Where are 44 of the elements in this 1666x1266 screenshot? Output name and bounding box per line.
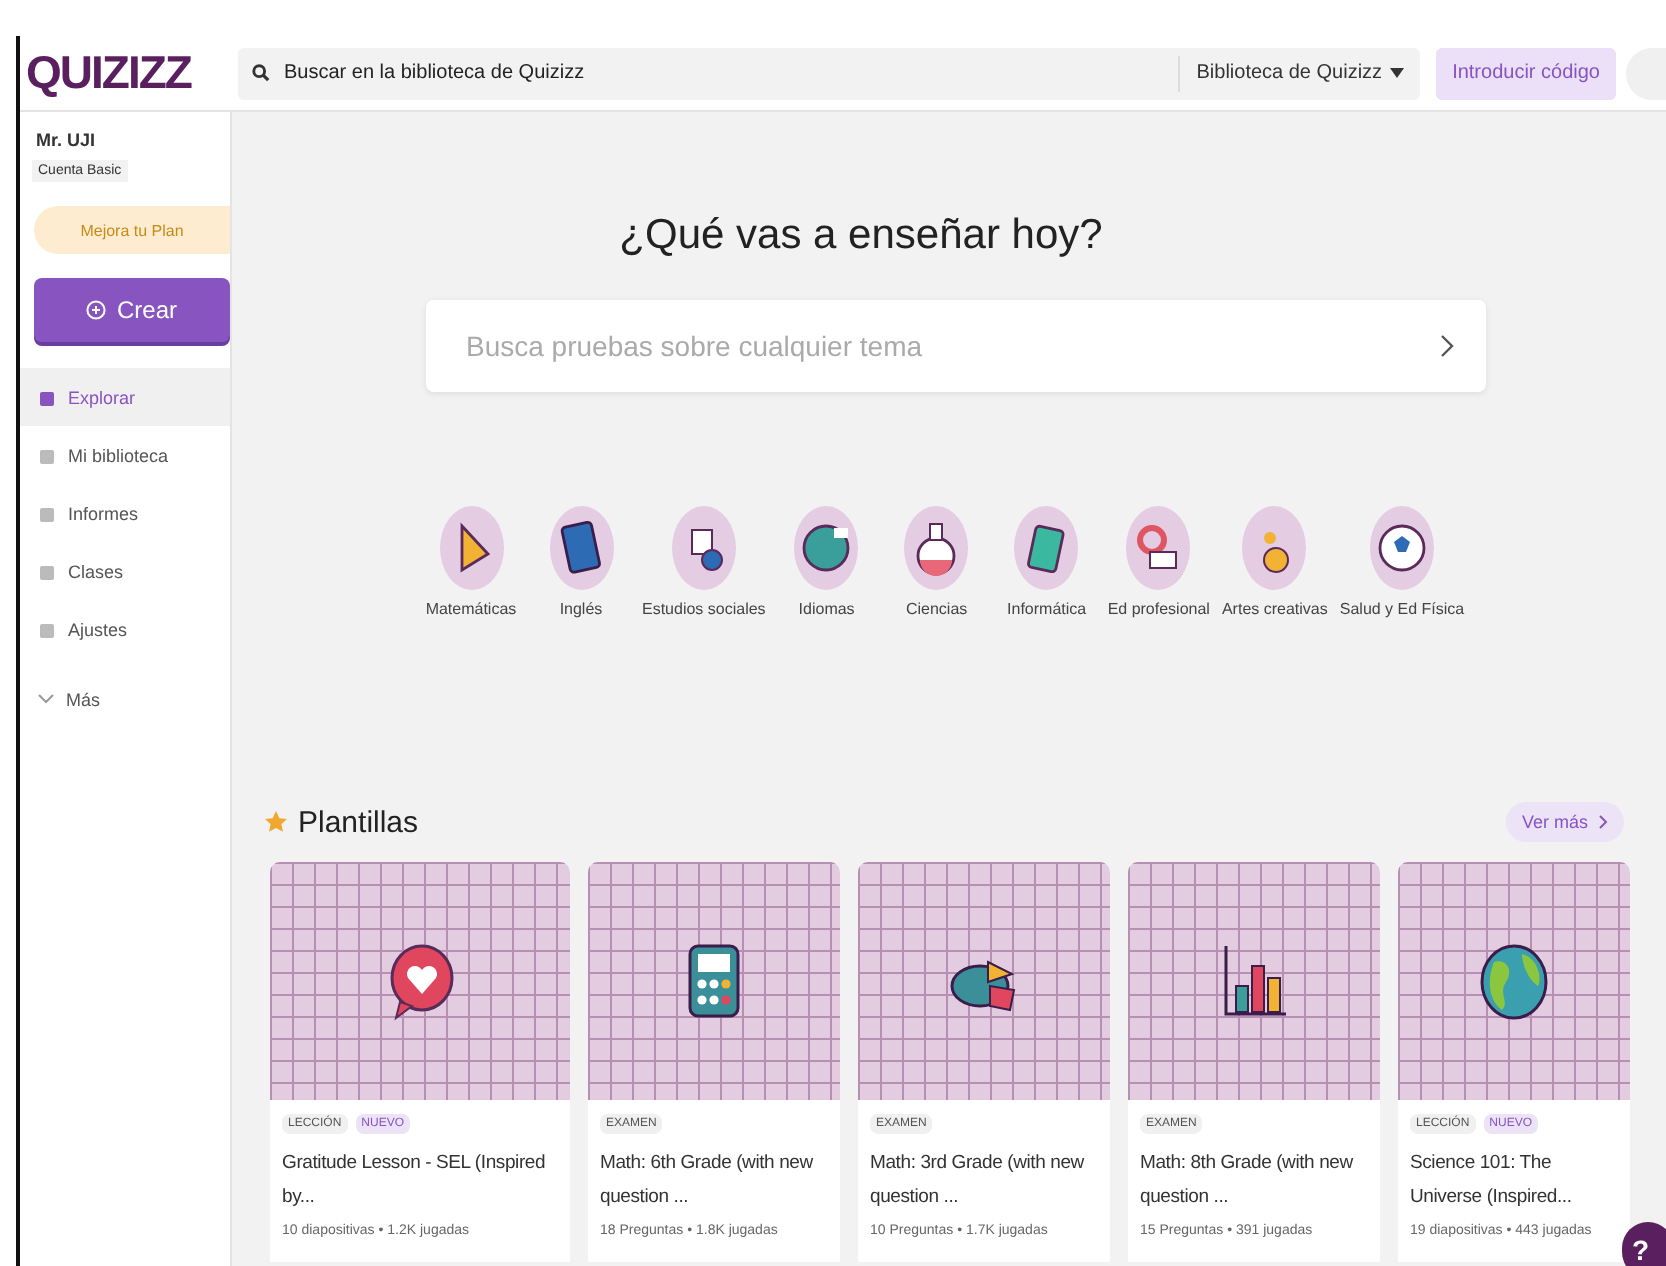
- enter-code-button[interactable]: Introducir código: [1436, 47, 1616, 99]
- hero-title: ¿Qué vas a enseñar hoy?: [617, 212, 1105, 260]
- card-title: Math: 6th Grade (with new question ...: [600, 1150, 815, 1212]
- globe-icon: [1478, 941, 1550, 1021]
- user-name: Mr. UJI: [34, 130, 98, 150]
- caret-icon: [1390, 68, 1405, 78]
- category-item[interactable]: Salud y Ed Física: [1333, 506, 1471, 618]
- category-item[interactable]: Inglés: [526, 506, 636, 618]
- category-item[interactable]: Artes creativas: [1215, 506, 1334, 618]
- tablet-icon: [1014, 506, 1079, 590]
- nav-item[interactable]: Explorar: [20, 368, 230, 426]
- ball-icon: [1370, 506, 1434, 590]
- card-title: Math: 3rd Grade (with new question ...: [870, 1150, 1086, 1212]
- section-title: Plantillas: [298, 805, 419, 839]
- search-field[interactable]: Buscar en la biblioteca de Quizizz: [280, 60, 1169, 86]
- plus-icon: [86, 300, 107, 320]
- help-button[interactable]: ?: [1622, 1222, 1666, 1266]
- category-item[interactable]: Idiomas: [771, 506, 882, 618]
- see-more-button[interactable]: Ver más: [1505, 802, 1624, 842]
- nav-item[interactable]: Informes: [20, 484, 230, 542]
- globe-icon: [794, 506, 859, 590]
- card-title: Math: 8th Grade (with new question ...: [1140, 1150, 1355, 1212]
- logo[interactable]: QUIZIZZ: [20, 46, 238, 100]
- star-icon: [264, 810, 288, 834]
- search-icon: [252, 64, 270, 82]
- card-title: Gratitude Lesson - SEL (Inspired by...: [282, 1150, 548, 1212]
- chevron-right-icon: [1598, 814, 1608, 830]
- more-item[interactable]: Más: [20, 670, 230, 728]
- flask-icon: [904, 506, 969, 590]
- category-item[interactable]: Ciencias: [881, 506, 992, 618]
- search-bar[interactable]: Busca pruebas sobre cualquier tema: [426, 300, 1486, 392]
- card-title: Science 101: The Universe (Inspired...: [1410, 1150, 1574, 1212]
- chevron-right-icon: [1440, 334, 1454, 358]
- category-item[interactable]: Ed profesional: [1101, 506, 1216, 618]
- category-item[interactable]: Informática: [991, 506, 1102, 618]
- search-bar[interactable]: Buscar en la biblioteca de Quizizz Biblioteca de Quizizz: [238, 47, 1421, 99]
- category-item[interactable]: Matemáticas: [416, 506, 526, 618]
- nav-item[interactable]: Ajustes: [20, 600, 230, 658]
- category-item[interactable]: Estudios sociales: [636, 506, 772, 618]
- nav-item[interactable]: Clases: [20, 542, 230, 600]
- nav-item[interactable]: Mi biblioteca: [20, 426, 230, 484]
- chevron-down-icon: [38, 694, 54, 704]
- create-button[interactable]: Crear: [34, 278, 230, 342]
- library-dropdown[interactable]: Biblioteca de Quizizz: [1178, 55, 1421, 91]
